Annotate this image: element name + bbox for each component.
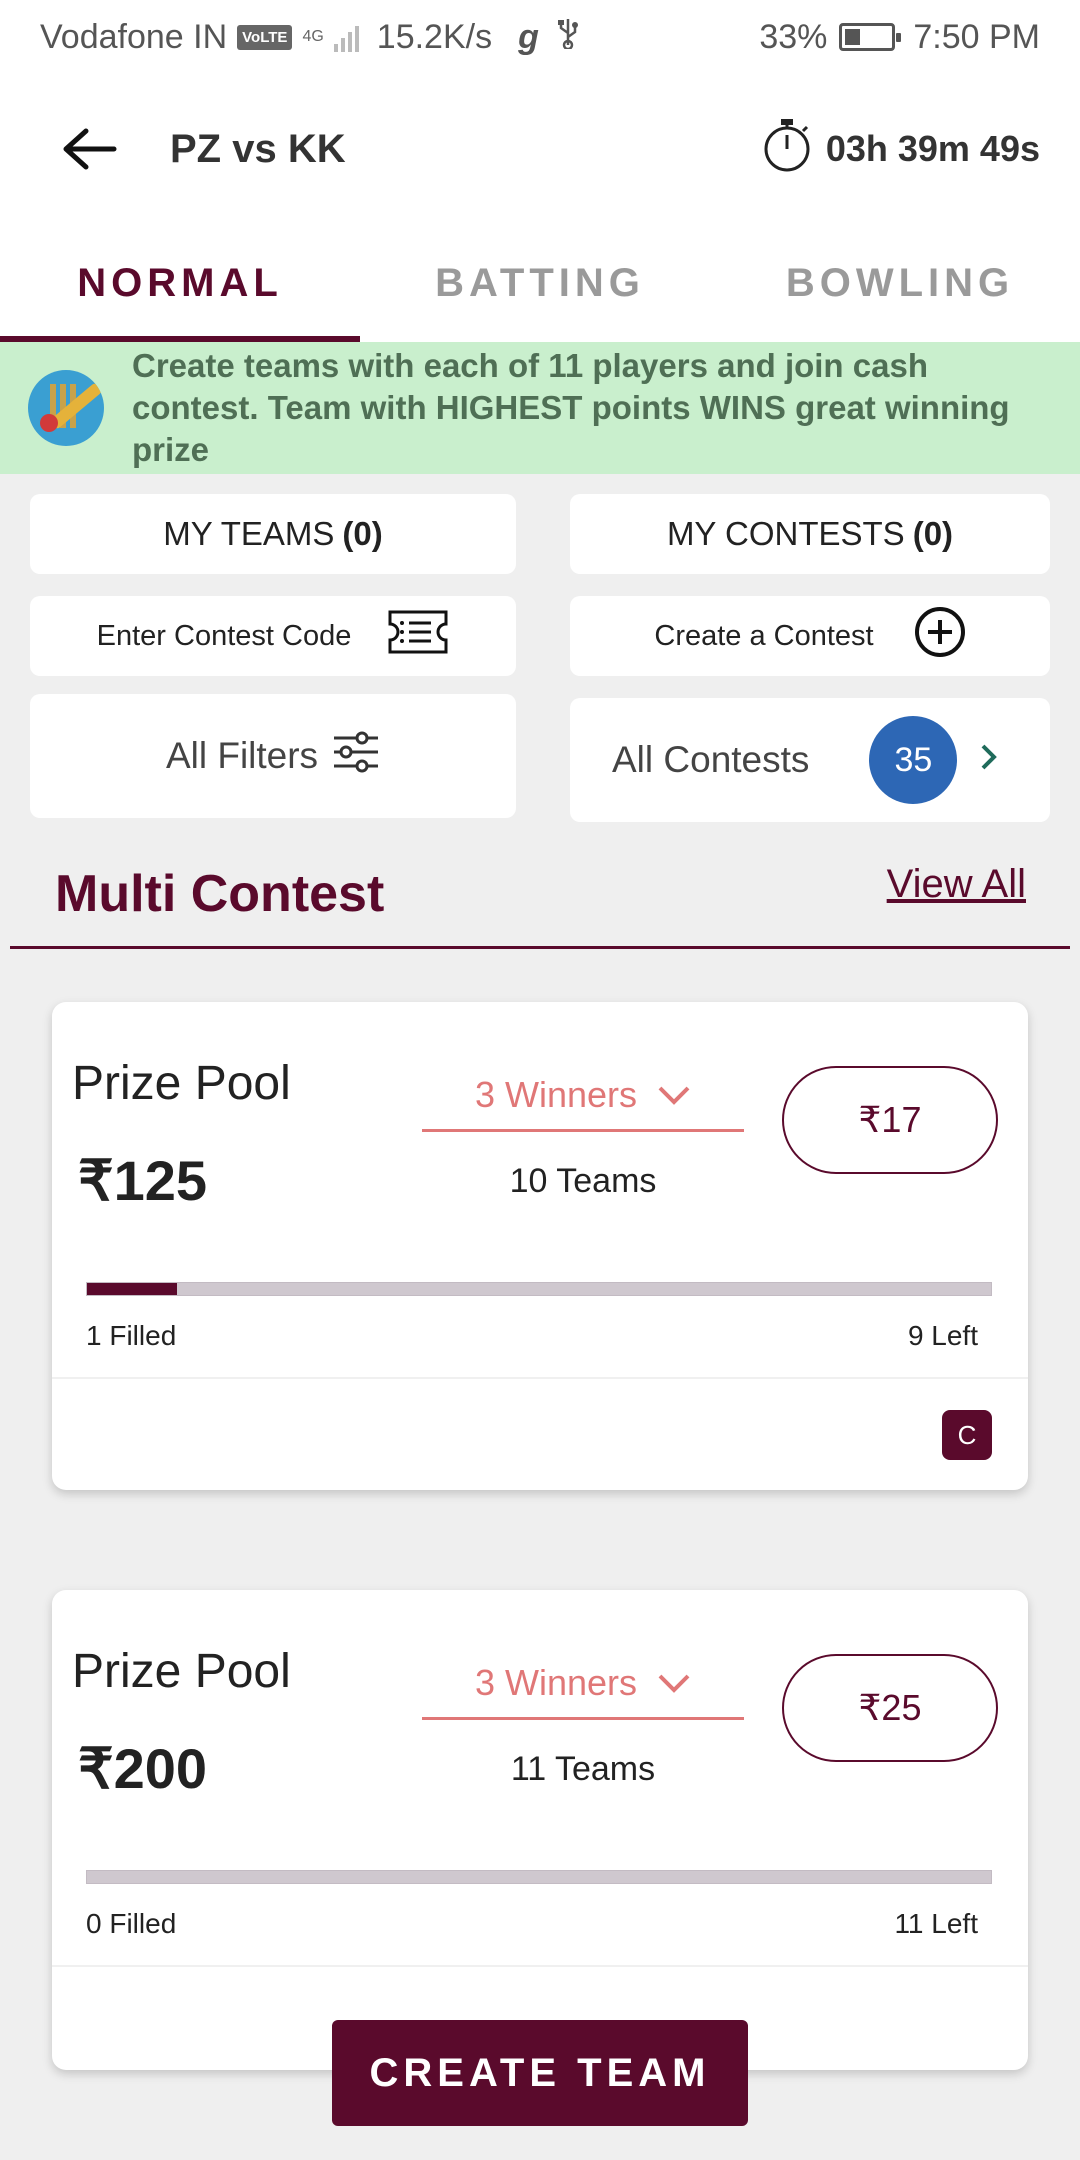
status-bar: Vodafone IN VoLTE 4G 15.2K/s g 33% 7:50 … bbox=[0, 0, 1080, 74]
entry-fee-button[interactable]: ₹25 bbox=[782, 1654, 998, 1762]
my-contests-button[interactable]: MY CONTESTS (0) bbox=[570, 494, 1050, 574]
winners-dropdown[interactable]: 3 Winners bbox=[422, 1060, 744, 1132]
teams-count: 10 Teams bbox=[509, 1162, 657, 1200]
plus-circle-icon bbox=[914, 606, 966, 666]
tab-batting[interactable]: BATTING bbox=[360, 224, 720, 342]
cricket-icon bbox=[28, 370, 104, 446]
match-timer: 03h 39m 49s bbox=[762, 117, 1040, 182]
spots-progress-bar bbox=[86, 1870, 992, 1884]
contest-card[interactable]: Prize Pool ₹200 3 Winners 11 Teams ₹25 0… bbox=[52, 1590, 1028, 2070]
battery-percent: 33% bbox=[759, 17, 828, 56]
status-right: 33% 7:50 PM bbox=[759, 18, 1040, 57]
filled-count: 1 Filled bbox=[86, 1320, 177, 1351]
filter-sliders-icon bbox=[332, 731, 380, 782]
spots-progress-bar bbox=[86, 1282, 992, 1296]
info-banner: Create teams with each of 11 players and… bbox=[0, 342, 1080, 474]
create-contest-label: Create a Contest bbox=[654, 619, 874, 652]
contest-card[interactable]: Prize Pool ₹125 3 Winners 10 Teams ₹17 1… bbox=[52, 1002, 1028, 1490]
all-contests-label: All Contests bbox=[612, 739, 810, 780]
card-divider bbox=[52, 1377, 1028, 1379]
app-header: PZ vs KK 03h 39m 49s bbox=[0, 74, 1080, 224]
chevron-right-icon bbox=[979, 739, 999, 781]
filled-count: 0 Filled bbox=[86, 1908, 177, 1939]
left-count: 9 Left bbox=[907, 1320, 978, 1351]
my-teams-button[interactable]: MY TEAMS (0) bbox=[30, 494, 516, 574]
tab-bowling[interactable]: BOWLING bbox=[720, 224, 1080, 342]
my-teams-label: MY TEAMS bbox=[163, 515, 335, 552]
all-contests-button[interactable]: All Contests 35 bbox=[570, 698, 1050, 822]
prize-pool-label: Prize Pool bbox=[72, 1057, 291, 1110]
section-title: Multi Contest bbox=[55, 865, 385, 923]
entry-fee-button[interactable]: ₹17 bbox=[782, 1066, 998, 1174]
teams-count: 11 Teams bbox=[510, 1750, 656, 1788]
winners-label: 3 Winners bbox=[474, 1073, 638, 1115]
g-icon: g bbox=[518, 17, 539, 56]
network-type: 4G bbox=[302, 28, 324, 45]
signal-icon bbox=[333, 22, 359, 52]
prize-pool-label: Prize Pool bbox=[72, 1645, 291, 1698]
clock: 7:50 PM bbox=[913, 17, 1040, 56]
my-teams-count: (0) bbox=[342, 515, 383, 552]
status-left: Vodafone IN VoLTE 4G 15.2K/s g bbox=[40, 17, 579, 58]
timer-value: 03h 39m 49s bbox=[825, 128, 1040, 169]
contests-count-badge: 35 bbox=[869, 716, 958, 804]
volte-icon: VoLTE bbox=[237, 24, 293, 50]
chevron-down-icon bbox=[657, 1074, 691, 1116]
tab-bar: NORMAL BATTING BOWLING bbox=[0, 224, 1080, 342]
left-count: 11 Left bbox=[894, 1908, 978, 1939]
carrier-name: Vodafone IN bbox=[40, 17, 228, 56]
my-contests-count: (0) bbox=[912, 515, 954, 552]
network-speed: 15.2K/s bbox=[376, 17, 493, 56]
prize-pool-amount: ₹200 bbox=[78, 1737, 208, 1800]
ticket-icon bbox=[387, 609, 449, 663]
all-filters-button[interactable]: All Filters bbox=[30, 694, 516, 818]
all-filters-label: All Filters bbox=[165, 735, 319, 776]
card-divider bbox=[52, 1965, 1028, 1967]
match-title: PZ vs KK bbox=[170, 126, 346, 171]
progress-fill bbox=[87, 1283, 178, 1295]
winners-label: 3 Winners bbox=[474, 1661, 638, 1703]
battery-icon bbox=[839, 23, 902, 51]
banner-text: Create teams with each of 11 players and… bbox=[132, 347, 1010, 468]
section-divider bbox=[10, 946, 1070, 949]
prize-pool-amount: ₹125 bbox=[78, 1149, 208, 1212]
stopwatch-icon bbox=[762, 117, 812, 182]
my-contests-label: MY CONTESTS bbox=[666, 515, 905, 552]
confirmed-badge: C bbox=[942, 1410, 992, 1460]
create-team-button[interactable]: CREATE TEAM bbox=[332, 2020, 748, 2126]
enter-contest-code-button[interactable]: Enter Contest Code bbox=[30, 596, 516, 676]
enter-code-label: Enter Contest Code bbox=[96, 619, 352, 652]
create-contest-button[interactable]: Create a Contest bbox=[570, 596, 1050, 676]
view-all-link[interactable]: View All bbox=[887, 862, 1026, 907]
winners-dropdown[interactable]: 3 Winners bbox=[422, 1648, 744, 1720]
usb-icon bbox=[557, 17, 579, 58]
chevron-down-icon bbox=[657, 1662, 691, 1704]
tab-normal[interactable]: NORMAL bbox=[0, 224, 360, 342]
back-arrow-icon[interactable] bbox=[60, 119, 120, 179]
